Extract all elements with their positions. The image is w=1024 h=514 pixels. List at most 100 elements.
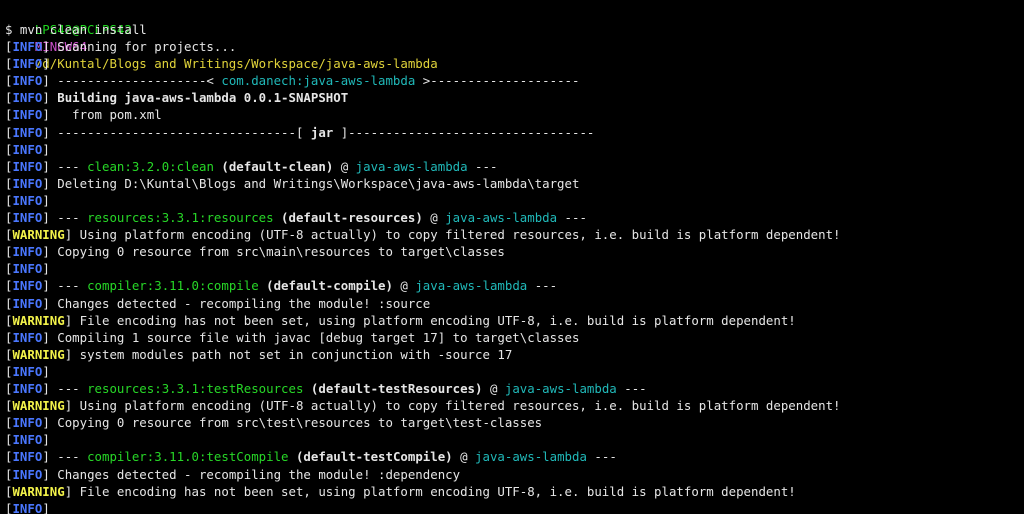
log-text: ---: [586, 449, 617, 465]
plugin-goal: resources:3.3.1:resources: [87, 210, 274, 225]
log-text: (default-testCompile): [288, 449, 453, 465]
info-log-line: [INFO]: [5, 141, 50, 157]
info-log-line: [INFO] Changes detected - recompiling th…: [5, 466, 461, 482]
log-text: Copying 0 resource from src\main\resourc…: [49, 244, 505, 260]
log-text: >--------------------: [415, 73, 580, 89]
plugin-goal: resources:3.3.1:testResources: [87, 381, 304, 396]
log-text: @: [422, 210, 446, 225]
log-text: ---: [527, 278, 558, 294]
info-log-line: [INFO]: [5, 261, 50, 277]
log-level-tag: WARNING: [12, 312, 65, 328]
warning-log-line: [WARNING] Using platform encoding (UTF-8…: [5, 227, 841, 243]
warning-log-line: [WARNING] File encoding has not been set…: [5, 483, 796, 499]
log-text: Deleting D:\Kuntal\Blogs and Writings\Wo…: [49, 175, 580, 191]
log-text: ---: [49, 210, 88, 225]
log-level-tag: INFO: [12, 432, 43, 448]
info-log-line: [INFO] Copying 0 resource from src\test\…: [5, 415, 543, 431]
plugin-goal: clean:3.2.0:clean: [87, 158, 214, 174]
log-text: from pom.xml: [49, 107, 162, 123]
terminal-window[interactable]: LPS42@PCLPS42 MINGW64 /d/Kuntal/Blogs an…: [0, 0, 1024, 514]
plugin-goal: compiler:3.11.0:testCompile: [87, 449, 289, 465]
log-level-tag: INFO: [12, 381, 43, 396]
info-log-line: [INFO] --- compiler:3.11.0:testCompile (…: [5, 449, 617, 465]
log-text: ---: [49, 158, 88, 174]
info-log-line: [INFO] Scanning for projects...: [5, 39, 237, 54]
log-text: ---: [557, 210, 587, 225]
artifact-name: com.danech:java-aws-lambda: [221, 73, 416, 89]
log-text: ---: [49, 381, 88, 396]
log-text: jar: [310, 124, 334, 140]
log-level-tag: INFO: [12, 363, 43, 379]
log-level-tag: INFO: [12, 175, 43, 191]
log-level-tag: INFO: [12, 278, 43, 294]
info-log-line: [INFO] --------------------------------[…: [5, 124, 595, 140]
log-level-tag: INFO: [12, 244, 43, 260]
log-text: ---: [467, 158, 498, 174]
log-level-tag: WARNING: [12, 483, 65, 499]
log-text: @: [452, 449, 476, 465]
log-level-tag: INFO: [12, 449, 43, 465]
log-text: (default-clean): [213, 158, 334, 174]
info-log-line: [INFO] Copying 0 resource from src\main\…: [5, 244, 505, 260]
log-level-tag: INFO: [12, 329, 43, 345]
log-text: Using platform encoding (UTF-8 actually)…: [72, 398, 841, 414]
artifact-name: java-aws-lambda: [504, 381, 617, 396]
artifact-name: java-aws-lambda: [355, 158, 468, 174]
info-log-line: [INFO]: [5, 192, 50, 208]
log-text: --------------------------------[: [49, 124, 311, 140]
info-log-line: [INFO]: [5, 432, 50, 448]
log-text: Using platform encoding (UTF-8 actually)…: [72, 227, 841, 243]
log-text: @: [333, 158, 356, 174]
log-level-tag: INFO: [12, 210, 43, 225]
log-level-tag: INFO: [12, 500, 43, 514]
log-level-tag: INFO: [12, 295, 43, 311]
warning-log-line: [WARNING] system modules path not set in…: [5, 346, 513, 362]
log-text: --------------------<: [49, 73, 222, 89]
log-level-tag: INFO: [12, 141, 43, 157]
log-text: ---: [616, 381, 647, 396]
log-level-tag: INFO: [12, 466, 43, 482]
log-level-tag: INFO: [12, 192, 43, 208]
info-log-line: [INFO] --- clean:3.2.0:clean (default-cl…: [5, 158, 498, 174]
log-level-tag: INFO: [12, 56, 43, 72]
plugin-goal: compiler:3.11.0:compile: [87, 278, 259, 294]
log-text: Changes detected - recompiling the modul…: [49, 295, 431, 311]
log-level-tag: WARNING: [12, 346, 65, 362]
log-text: Changes detected - recompiling the modul…: [49, 466, 461, 482]
info-log-line: [INFO] --- compiler:3.11.0:compile (defa…: [5, 278, 558, 294]
warning-log-line: [WARNING] Using platform encoding (UTF-8…: [5, 398, 841, 414]
info-log-line: [INFO]: [5, 363, 50, 379]
log-text: ---: [49, 278, 88, 294]
info-log-line: [INFO] Deleting D:\Kuntal\Blogs and Writ…: [5, 175, 580, 191]
info-log-line: [INFO] Building java-aws-lambda 0.0.1-SN…: [5, 90, 349, 106]
log-level-tag: INFO: [12, 73, 43, 89]
info-log-line: [INFO] Compiling 1 source file with java…: [5, 329, 580, 345]
log-text: (default-compile): [258, 278, 393, 294]
log-level-tag: WARNING: [12, 227, 65, 243]
log-level-tag: INFO: [12, 90, 43, 106]
info-log-line: [INFO] --- resources:3.3.1:testResources…: [5, 381, 647, 396]
log-text: File encoding has not been set, using pl…: [72, 312, 796, 328]
log-text: (default-testResources): [303, 381, 483, 396]
artifact-name: java-aws-lambda: [445, 210, 558, 225]
log-level-tag: INFO: [12, 107, 43, 123]
info-log-line: [INFO] from pom.xml: [5, 107, 162, 123]
log-level-tag: INFO: [12, 158, 43, 174]
artifact-name: java-aws-lambda: [415, 278, 528, 294]
log-level-tag: INFO: [12, 39, 43, 54]
command-line: $ mvn clean install: [5, 22, 147, 37]
log-text: @: [482, 381, 505, 396]
info-log-line: [INFO] --- resources:3.3.1:resources (de…: [5, 210, 587, 225]
log-text: @: [392, 278, 416, 294]
log-text: Building java-aws-lambda 0.0.1-SNAPSHOT: [49, 90, 349, 106]
log-text: Scanning for projects...: [49, 39, 237, 54]
info-log-line: [INFO] --------------------< com.danech:…: [5, 73, 580, 89]
log-text: ]---------------------------------: [333, 124, 595, 140]
log-text: Copying 0 resource from src\test\resourc…: [49, 415, 543, 431]
info-log-line: [INFO]: [5, 56, 50, 72]
artifact-name: java-aws-lambda: [475, 449, 587, 465]
log-text: File encoding has not been set, using pl…: [72, 483, 796, 499]
log-level-tag: INFO: [12, 261, 43, 277]
log-text: (default-resources): [273, 210, 423, 225]
warning-log-line: [WARNING] File encoding has not been set…: [5, 312, 796, 328]
